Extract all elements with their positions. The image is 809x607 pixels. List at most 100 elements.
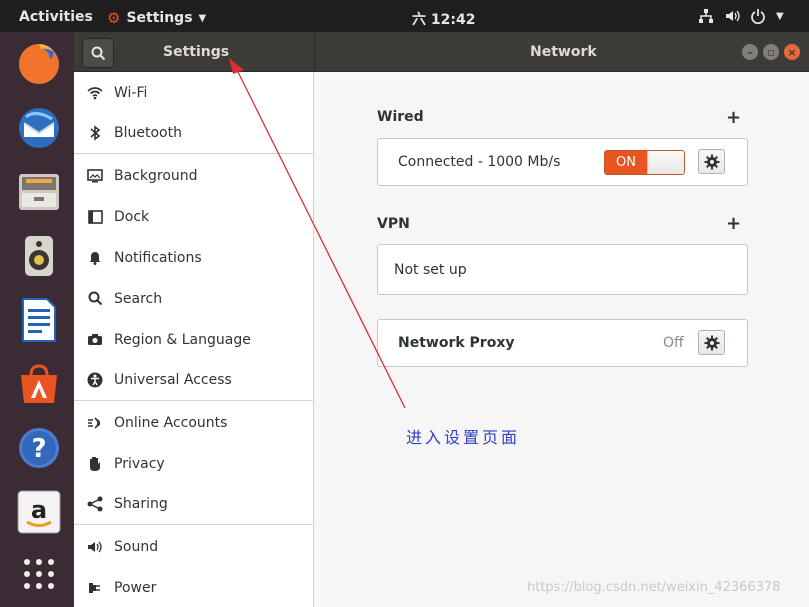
annotation-text: 进入设置页面	[406, 428, 521, 447]
software-icon[interactable]	[15, 360, 63, 408]
sidebar-item-power[interactable]: Power	[74, 567, 314, 607]
add-wired-button[interactable]: +	[726, 109, 741, 127]
search-icon	[91, 46, 105, 60]
sidebar-item-privacy[interactable]: Privacy	[74, 443, 314, 484]
toggle-knob	[647, 151, 684, 174]
wired-status: Connected - 1000 Mb/s	[398, 154, 561, 170]
plus-icon: +	[726, 107, 742, 128]
power-plug-icon	[86, 579, 104, 597]
sidebar-item-search[interactable]: Search	[74, 278, 314, 319]
volume-icon	[726, 10, 740, 22]
activities-button[interactable]: Activities	[19, 9, 93, 25]
minimize-icon: –	[747, 45, 753, 59]
search-button[interactable]	[82, 38, 114, 68]
dock-icon	[86, 208, 104, 226]
app-grid-icon[interactable]	[15, 550, 63, 598]
network-panel: Wired + Connected - 1000 Mb/s ON VPN + N…	[315, 72, 809, 607]
network-proxy-row[interactable]: Network Proxy Off	[377, 319, 748, 367]
plus-icon: +	[726, 213, 742, 234]
sidebar-item-label: Dock	[114, 208, 150, 225]
sidebar-item-label: Privacy	[114, 455, 165, 472]
caret-down-icon: ▼	[198, 12, 207, 24]
wired-toggle[interactable]: ON	[604, 150, 685, 175]
settings-gear-icon: ⚙	[107, 9, 121, 27]
sidebar-item-label: Notifications	[114, 249, 202, 266]
help-icon[interactable]: ?	[15, 424, 63, 472]
system-tray[interactable]: ▼	[698, 8, 784, 24]
sidebar-item-label: Power	[114, 579, 157, 596]
sidebar-item-dock[interactable]: Dock	[74, 196, 314, 237]
amazon-icon[interactable]: a	[15, 488, 63, 536]
vpn-status: Not set up	[394, 262, 467, 278]
sidebar-title: Settings	[163, 44, 230, 60]
writer-icon[interactable]	[15, 296, 63, 344]
header-divider	[314, 32, 315, 72]
bluetooth-icon	[86, 124, 104, 142]
wired-settings-button[interactable]	[698, 149, 725, 174]
wifi-icon	[86, 84, 104, 102]
sidebar-item-label: Background	[114, 167, 198, 184]
vpn-card: Not set up	[377, 244, 748, 295]
toggle-on-label: ON	[605, 151, 647, 174]
sidebar-item-online-accounts[interactable]: Online Accounts	[74, 402, 314, 443]
sidebar-item-label: Sound	[114, 538, 159, 555]
sidebar-item-label: Bluetooth	[114, 125, 182, 141]
bell-icon	[86, 249, 104, 267]
sidebar: Wi-Fi Bluetooth Background Dock Notifica…	[74, 72, 314, 607]
camera-icon	[86, 331, 104, 349]
sidebar-item-sound[interactable]: Sound	[74, 526, 314, 567]
page-title: Network	[530, 44, 597, 60]
top-bar: Activities ⚙ Settings ▼ 六 12:42 ▼	[0, 0, 809, 32]
sidebar-item-sharing[interactable]: Sharing	[74, 484, 314, 525]
svg-text:a: a	[31, 496, 47, 524]
sidebar-item-wifi[interactable]: Wi-Fi	[74, 72, 314, 113]
thunderbird-icon[interactable]	[15, 104, 63, 152]
wired-card: Connected - 1000 Mb/s ON	[377, 138, 748, 186]
rhythmbox-icon[interactable]	[15, 232, 63, 280]
network-icon	[699, 9, 713, 23]
sidebar-item-notifications[interactable]: Notifications	[74, 237, 314, 278]
gear-icon	[704, 335, 719, 350]
sidebar-item-region-language[interactable]: Region & Language	[74, 319, 314, 360]
sidebar-item-bluetooth[interactable]: Bluetooth	[74, 113, 314, 154]
proxy-settings-button[interactable]	[698, 330, 725, 355]
power-icon	[751, 9, 765, 24]
watermark: https://blog.csdn.net/weixin_42366378	[527, 580, 781, 595]
close-icon: ×	[787, 45, 797, 59]
online-accounts-icon	[86, 414, 104, 432]
dock: ? a	[0, 32, 74, 607]
vpn-section-title: VPN	[377, 216, 410, 232]
add-vpn-button[interactable]: +	[726, 215, 741, 233]
minimize-button[interactable]: –	[742, 44, 758, 60]
gear-icon	[704, 154, 719, 169]
sidebar-item-universal-access[interactable]: Universal Access	[74, 360, 314, 401]
sidebar-item-background[interactable]: Background	[74, 155, 314, 196]
network-proxy-label: Network Proxy	[398, 335, 515, 351]
files-icon[interactable]	[15, 168, 63, 216]
sidebar-item-label: Wi-Fi	[114, 84, 148, 101]
network-proxy-value: Off	[663, 335, 684, 351]
maximize-icon: ▫	[767, 45, 775, 59]
sidebar-item-label: Sharing	[114, 496, 168, 512]
sidebar-item-label: Region & Language	[114, 331, 251, 348]
app-menu-label: Settings	[126, 10, 193, 26]
sidebar-item-label: Online Accounts	[114, 414, 228, 431]
svg-text:?: ?	[31, 434, 46, 464]
caret-down-icon: ▼	[776, 10, 784, 22]
background-icon	[86, 167, 104, 185]
clock[interactable]: 六 12:42	[412, 9, 475, 29]
hand-icon	[86, 455, 104, 473]
search-icon	[86, 290, 104, 308]
sidebar-item-label: Universal Access	[114, 372, 232, 388]
settings-window: Settings Network – ▫ × Wi-Fi Bluetooth B…	[74, 32, 809, 607]
share-icon	[86, 495, 104, 513]
close-button[interactable]: ×	[784, 44, 800, 60]
accessibility-icon	[86, 371, 104, 389]
sidebar-item-label: Search	[114, 290, 163, 307]
firefox-icon[interactable]	[15, 40, 63, 88]
maximize-button[interactable]: ▫	[763, 44, 779, 60]
speaker-icon	[86, 538, 104, 556]
wired-section-title: Wired	[377, 109, 424, 125]
header-bar: Settings Network – ▫ ×	[74, 32, 809, 72]
app-menu[interactable]: ⚙ Settings ▼	[107, 9, 206, 27]
